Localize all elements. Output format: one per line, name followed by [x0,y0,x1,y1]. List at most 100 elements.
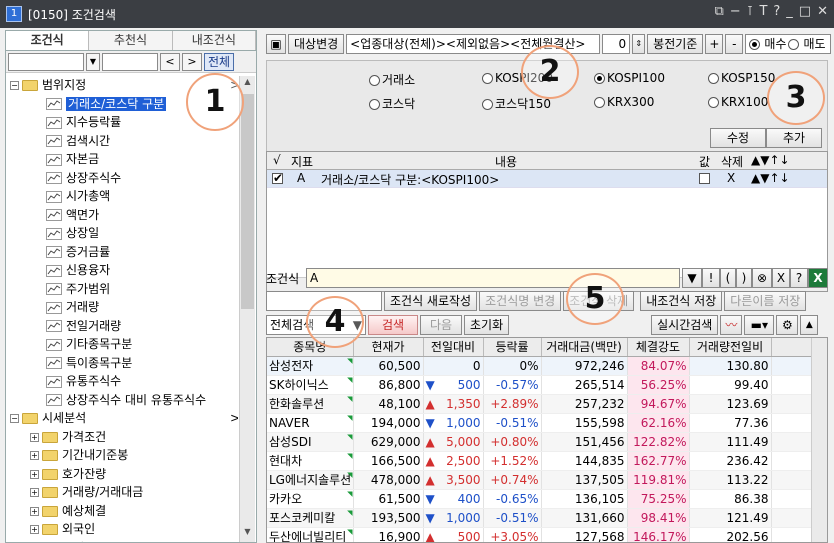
radio-icon[interactable] [594,73,605,84]
result-row[interactable]: 포스코케미칼 ◥ 193,500 ▼ 1,000 -0.51% 131,660 98.41% 1… [267,508,814,528]
buy-radio[interactable] [749,38,761,50]
help-icon[interactable]: ? [773,4,780,19]
tree-subfolder[interactable]: + 가격조건 [30,428,106,446]
tree-subfolder[interactable]: +거래원 [30,539,95,543]
tree-item[interactable]: 상장일 [46,224,99,242]
tree-item[interactable]: 주가범위 [46,280,110,298]
prev-button[interactable]: < [160,53,180,71]
col-strength[interactable]: 체결강도 [627,338,690,357]
tree-scrollbar[interactable]: ▲ ▼ [239,76,255,542]
stock-name[interactable]: SK하이닉스 ◥ [267,375,354,395]
option-kosp150[interactable]: KOSP150 [708,71,775,85]
maximize-icon[interactable]: □ [799,4,811,19]
result-row[interactable]: 현대차 ◥ 166,500 ▲ 2,500 +1.52% 144,835 162.77% 236… [267,451,814,471]
all-button[interactable]: 전체 [204,53,234,71]
condition-checkbox[interactable]: ✔ [272,172,283,184]
stock-name[interactable]: LG에너지솔루션 ◥ [267,470,354,490]
tree-item[interactable]: 거래소/코스닥 구분 [46,95,167,113]
tree-item[interactable]: 상장주식수 대비 유통주식수 [46,391,206,409]
tab-recommended[interactable]: 추천식 [89,31,173,50]
stock-name[interactable]: 삼성SDI ◥ [267,432,354,452]
tree-item[interactable]: 증거금률 [46,243,110,261]
collapse-icon[interactable]: − [10,81,19,90]
text-icon[interactable]: T [759,4,767,19]
close-paren-button[interactable]: ) [736,268,752,288]
tree-item[interactable]: 지수등락률 [46,113,121,131]
result-row[interactable]: 두산에너빌리티 ◥ 16,900 ▲ 500 +3.05% 127,568 146.17% 20… [267,527,814,542]
collapse-icon[interactable]: ▲ [800,315,819,335]
radio-icon[interactable] [369,75,380,86]
target-change-button[interactable]: 대상변경 [288,34,345,54]
edit-button[interactable]: 수정 [710,128,766,148]
minus-button[interactable]: - [725,34,744,54]
expand-icon[interactable]: + [30,469,39,479]
restore-icon[interactable]: ⧉ [714,4,723,19]
tree-item[interactable]: 기타종목구분 [46,335,132,353]
radio-icon[interactable] [708,97,719,108]
tree-item[interactable]: 전일거래량 [46,317,121,335]
stock-name[interactable]: 삼성전자 ◥ [267,356,354,376]
view-options-icon[interactable]: ▬▾ [744,315,775,335]
expand-icon[interactable]: + [30,525,39,534]
option-krx300[interactable]: KRX300 [594,95,654,109]
move-condition-buttons[interactable]: ▲▼↑↓ [751,171,790,185]
col-rate[interactable]: 등락률 [483,338,542,357]
results-scrollbar[interactable] [811,338,827,542]
collapse-icon[interactable]: − [10,414,19,423]
pin-icon[interactable]: ⊺ [747,4,754,19]
tree-folder[interactable]: − 범위지정 > [10,76,238,94]
result-row[interactable]: 삼성전자 ◥ 60,500 0 0% 972,246 84.07% 130.80 [267,356,814,376]
more-icon[interactable]: > [230,409,238,427]
tree-item[interactable]: 유통주식수 [46,372,121,390]
stock-name[interactable]: 카카오 ◥ [267,489,354,509]
category-dropdown-icon[interactable]: ▼ [86,53,100,71]
close-icon[interactable]: ✕ [817,4,828,19]
radio-icon[interactable] [594,97,605,108]
scroll-up-icon[interactable]: ▲ [240,77,255,91]
tree-search-input[interactable] [102,53,158,71]
result-row[interactable]: NAVER ◥ 194,000 ▼ 1,000 -0.51% 155,598 62.16% 77… [267,413,814,433]
add-button[interactable]: 추가 [766,128,822,148]
col-volratio[interactable]: 거래량전일비 [689,338,772,357]
count-field[interactable]: 0 [602,34,631,54]
col-amount[interactable]: 거래대금(백만) [541,338,628,357]
tree-item[interactable]: 시가총액 [46,187,110,205]
tree-item[interactable]: 신용융자 [46,261,110,279]
plus-button[interactable]: + [705,34,724,54]
reset-button[interactable]: 초기화 [464,315,510,335]
category-select[interactable] [8,53,84,71]
minimize-tray-icon[interactable]: − [730,4,741,19]
tree-item[interactable]: 거래량 [46,298,99,316]
tree-folder[interactable]: − 시세분석 > [10,409,238,427]
formula-dropdown-button[interactable]: ▼ [682,268,702,288]
formula-help-button[interactable]: ? [790,268,808,288]
new-condition-button[interactable]: 조건식 새로작성 [384,291,478,311]
option-kosdaq[interactable]: 코스닥 [369,95,415,112]
xor-button[interactable]: ⊗ [752,268,772,288]
radio-icon[interactable] [482,73,493,84]
tab-my-conditions[interactable]: 내조건식 [172,31,256,50]
radio-icon[interactable] [482,99,493,110]
not-button[interactable]: ! [702,268,720,288]
tree-subfolder[interactable]: + 예상체결 [30,502,106,520]
result-row[interactable]: LG에너지솔루션 ◥ 478,000 ▲ 3,500 +0.74% 137,505 119.8… [267,470,814,490]
expand-icon[interactable]: + [30,451,39,460]
option-kospi-market[interactable]: 거래소 [369,71,415,88]
expand-icon[interactable]: + [30,506,39,516]
formula-input[interactable]: A [306,268,680,288]
option-krx100[interactable]: KRX100 [708,95,768,109]
tree-item[interactable]: 검색시간 [46,132,110,150]
option-kospi100[interactable]: KOSPI100 [594,71,665,85]
result-row[interactable]: SK하이닉스 ◥ 86,800 ▼ 500 -0.57% 265,514 56.25% 99.4… [267,375,814,395]
expand-icon[interactable]: + [30,488,39,497]
value-checkbox[interactable] [699,173,710,184]
stock-name[interactable]: NAVER ◥ [267,413,354,433]
tree-subfolder[interactable]: + 기간내기준봉 [30,446,128,464]
radio-icon[interactable] [708,73,719,84]
delete-condition-button[interactable]: X [727,171,735,185]
tree-item[interactable]: 자본금 [46,150,99,168]
col-price[interactable]: 현재가 [353,338,424,357]
tree-item[interactable]: 상장주식수 [46,169,121,187]
tree-item[interactable]: 액면가 [46,206,99,224]
stock-name[interactable]: 현대차 ◥ [267,451,354,471]
